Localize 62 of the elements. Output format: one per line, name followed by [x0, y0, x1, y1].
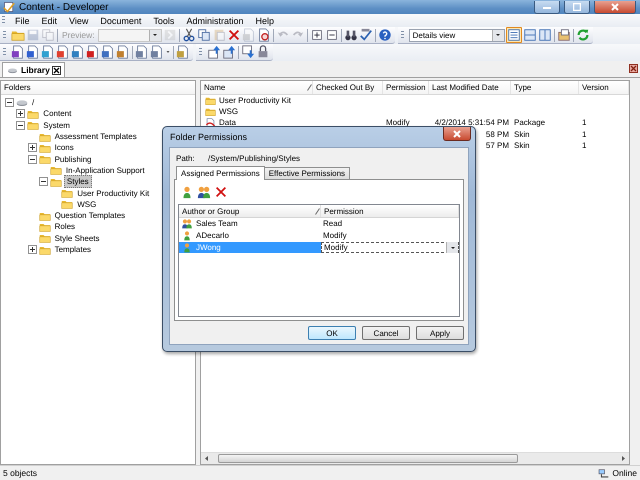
menu-item[interactable]: Tools [147, 16, 180, 26]
column-header[interactable]: Name [201, 81, 313, 94]
list-row[interactable]: Sales Team [179, 218, 321, 230]
view-dropdown[interactable]: Details view [408, 28, 505, 42]
status-text: 5 objects [3, 468, 38, 478]
table-cell: 57 PM [486, 140, 509, 151]
tree-item[interactable]: Templates [52, 244, 94, 255]
menu-item[interactable]: Edit [36, 16, 64, 26]
tree-item[interactable]: Content [41, 108, 74, 120]
table-cell: 1 [582, 118, 586, 128]
tree-item[interactable]: User Productivity Kit [75, 188, 152, 199]
library-tab[interactable]: Library [2, 62, 65, 77]
tree-item[interactable]: Question Templates [52, 210, 128, 222]
column-header[interactable]: Last Modified Date [429, 81, 511, 94]
menu-item[interactable]: Administration [180, 16, 250, 26]
column-header[interactable]: Type [511, 81, 579, 94]
table-cell: Modify [386, 118, 410, 128]
permission-dropdown[interactable]: Modify [321, 242, 459, 254]
column-header: Folders [1, 81, 195, 95]
tree-item[interactable]: Icons [52, 142, 76, 154]
table-cell: Skin [514, 140, 530, 151]
table-cell: 4/2/2014 5:31:54 PM [434, 118, 509, 128]
status-text: Online [612, 468, 637, 478]
column-header[interactable]: Version [579, 81, 629, 94]
table-cell: User Productivity Kit [219, 96, 292, 106]
column-header[interactable]: Permission [321, 205, 459, 217]
menu-item[interactable]: Document [94, 16, 148, 26]
tree-item[interactable]: WSG [75, 198, 98, 210]
menu-item[interactable]: View [63, 16, 94, 26]
column-header[interactable]: Checked Out By [313, 81, 383, 94]
table-cell: 1 [582, 130, 586, 140]
table-cell: WSG [219, 106, 238, 117]
tree-item[interactable]: Assessment Templates [52, 131, 139, 142]
table-cell: 58 PM [486, 130, 509, 140]
tree-item[interactable]: Publishing [52, 154, 94, 165]
path-value: /System/Publishing/Styles [208, 154, 300, 162]
dialog-button[interactable]: Cancel [362, 326, 410, 340]
tree-item[interactable]: Style Sheets [52, 232, 102, 244]
dialog-button[interactable]: OK [308, 326, 356, 340]
table-cell: 1 [582, 140, 586, 151]
window-title: Content - Developer [19, 2, 110, 12]
table-cell: Data [219, 118, 236, 128]
tab[interactable]: Effective Permissions [264, 167, 350, 179]
table-cell: Package [514, 118, 546, 128]
tree-item[interactable]: In-Application Support [64, 164, 147, 176]
list-row[interactable]: ADecarlo [179, 230, 321, 242]
path-label: Path: [176, 154, 196, 162]
tree-item[interactable]: System [41, 120, 72, 131]
table-cell: Modify [323, 231, 347, 240]
menu-item[interactable]: File [9, 16, 36, 26]
tree-item[interactable]: Styles [64, 175, 92, 188]
table-cell: Skin [514, 130, 530, 140]
tree-item[interactable]: Roles [52, 221, 78, 232]
column-header[interactable]: Author or Group [179, 205, 321, 217]
preview-label: Preview: [61, 30, 96, 40]
tab[interactable]: Assigned Permissions [176, 166, 265, 180]
column-header[interactable]: Permission [383, 81, 429, 94]
dialog-title: Folder Permissions [169, 132, 248, 142]
table-cell: Read [323, 219, 342, 228]
menu-item[interactable]: Help [249, 16, 280, 26]
dialog-button[interactable]: Apply [416, 326, 464, 340]
tree-item[interactable]: / [30, 97, 36, 108]
